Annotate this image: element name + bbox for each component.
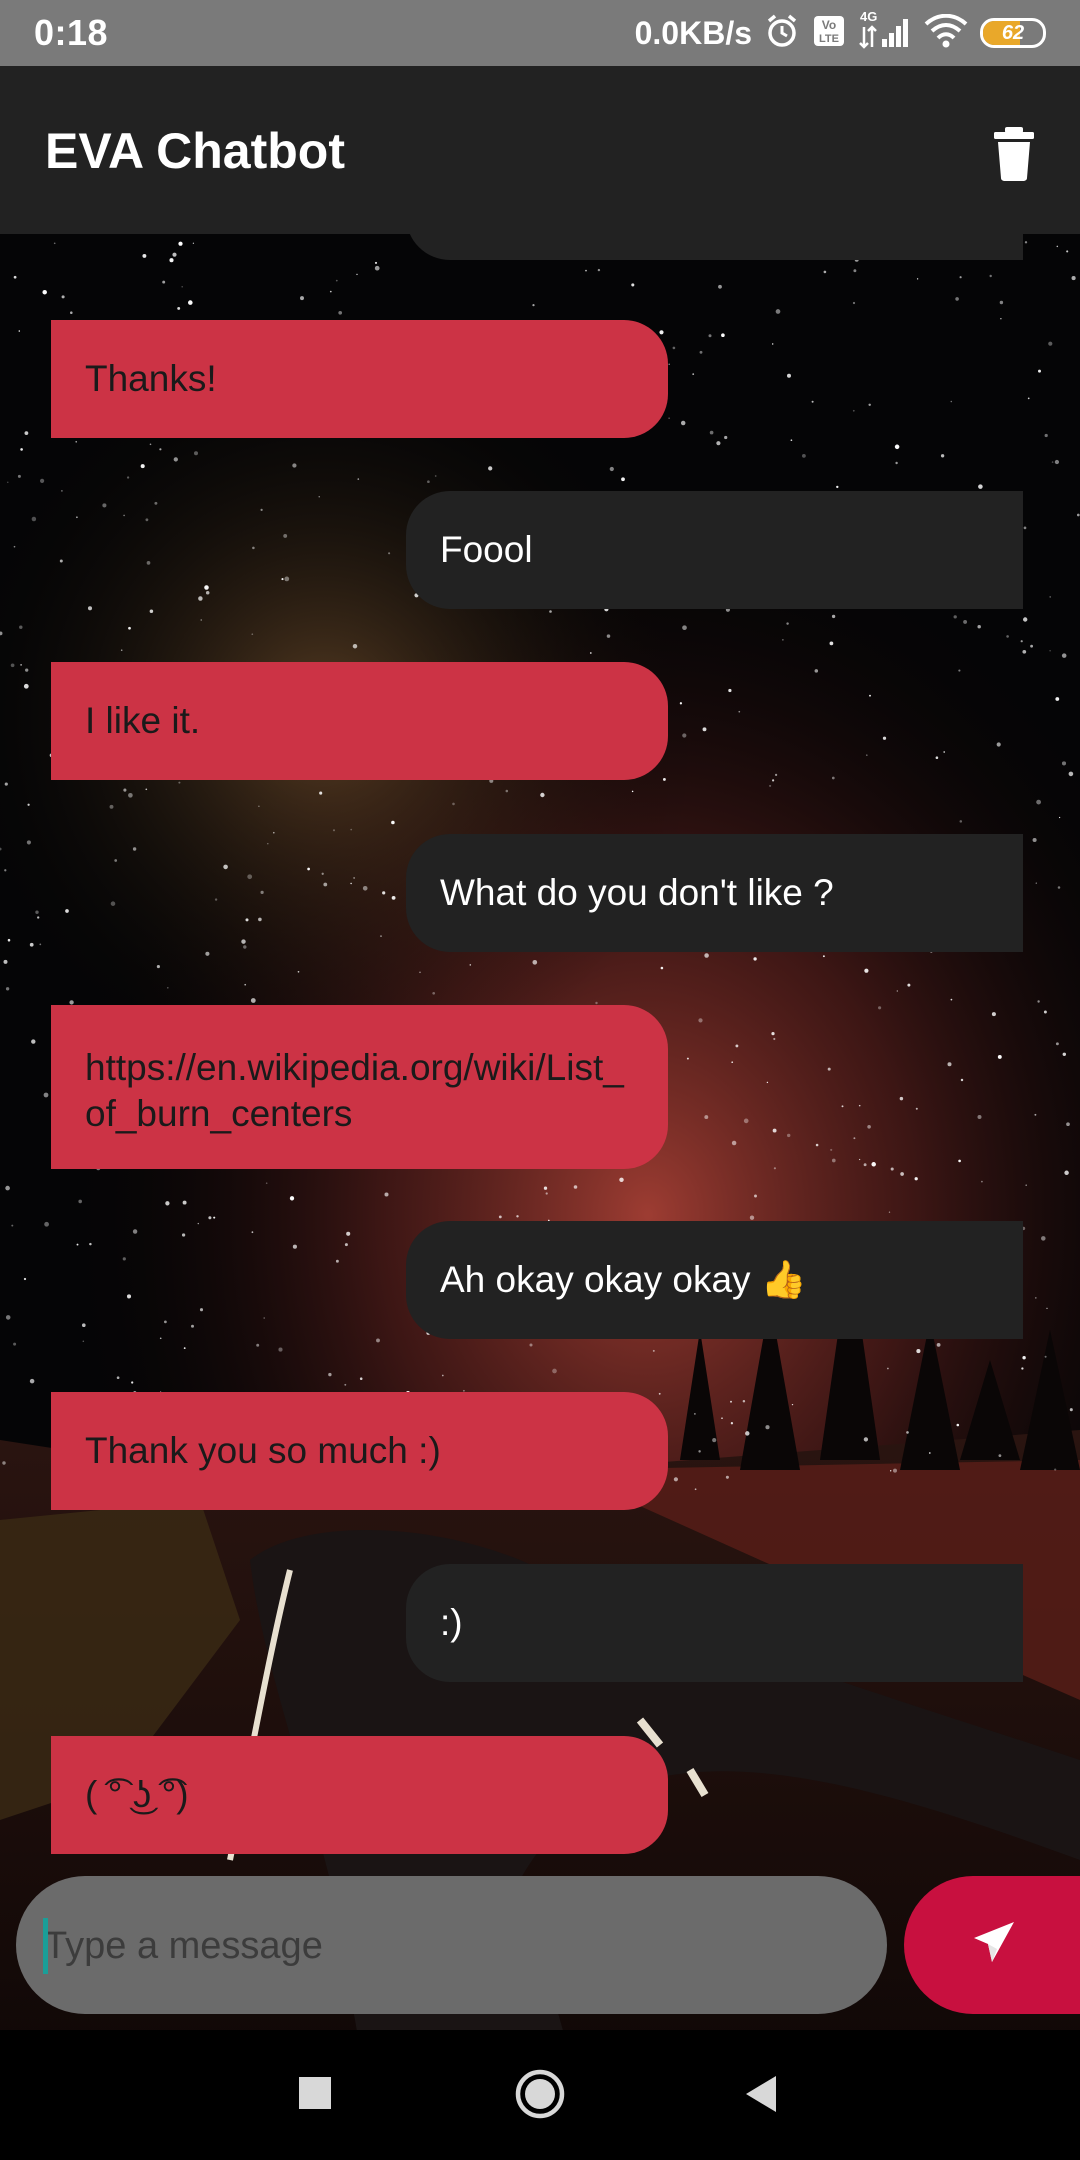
user-message[interactable]: Thank you so much :) — [51, 1392, 668, 1510]
message-input-container[interactable] — [16, 1876, 887, 2016]
text-cursor — [43, 1918, 48, 1974]
bot-message-partial — [406, 234, 1023, 260]
network-speed: 0.0KB/s — [634, 14, 752, 51]
message-input[interactable] — [42, 1876, 866, 2016]
user-message[interactable]: I like it. — [51, 662, 668, 780]
bot-message[interactable]: :) — [406, 1564, 1023, 1682]
app-bar: EVA Chatbot — [0, 66, 1080, 234]
user-message[interactable]: ( ͡° ͜ʖ ͡°) — [51, 1736, 668, 1854]
delete-button[interactable] — [990, 126, 1038, 182]
bot-message[interactable]: What do you don't like ? — [406, 834, 1023, 952]
signal-icon: 4G — [858, 9, 912, 54]
network-type: 4G — [860, 8, 878, 24]
app-title: EVA Chatbot — [45, 123, 345, 179]
back-icon — [746, 2076, 776, 2112]
back-button[interactable] — [744, 2074, 778, 2114]
delete-icon — [994, 127, 1034, 181]
send-button[interactable] — [904, 1876, 1080, 2014]
volte-icon: Vo LTE — [812, 14, 846, 53]
bot-message[interactable]: Ah okay okay okay 👍 — [406, 1221, 1023, 1339]
user-message-link[interactable]: https://en.wikipedia.org/wiki/List_of_bu… — [51, 1005, 668, 1169]
status-bar: 0:18 0.0KB/s Vo LTE 4G 62 — [0, 0, 1080, 66]
user-message[interactable]: Thanks! — [51, 320, 668, 438]
volte-label-top: Vo — [822, 18, 836, 32]
navigation-bar — [0, 2030, 1080, 2160]
wifi-icon — [924, 13, 968, 53]
home-button[interactable] — [514, 2068, 566, 2120]
alarm-icon — [764, 13, 800, 54]
chat-list[interactable]: Thanks! Foool I like it. What do you don… — [0, 234, 1080, 1874]
recents-button[interactable] — [298, 2076, 332, 2110]
home-icon — [515, 2069, 565, 2119]
status-icons: 0.0KB/s Vo LTE 4G 62 — [634, 9, 1046, 56]
status-time: 0:18 — [34, 12, 109, 53]
send-icon — [974, 1922, 1014, 1962]
bot-message[interactable]: Foool — [406, 491, 1023, 609]
volte-label-bottom: LTE — [819, 33, 839, 45]
recents-icon — [299, 2077, 331, 2109]
chat-screen: 0:18 0.0KB/s Vo LTE 4G 62 EVA Chatbot Th… — [0, 0, 1080, 2160]
battery-level: 62 — [1001, 22, 1025, 44]
battery-icon: 62 — [980, 18, 1046, 48]
